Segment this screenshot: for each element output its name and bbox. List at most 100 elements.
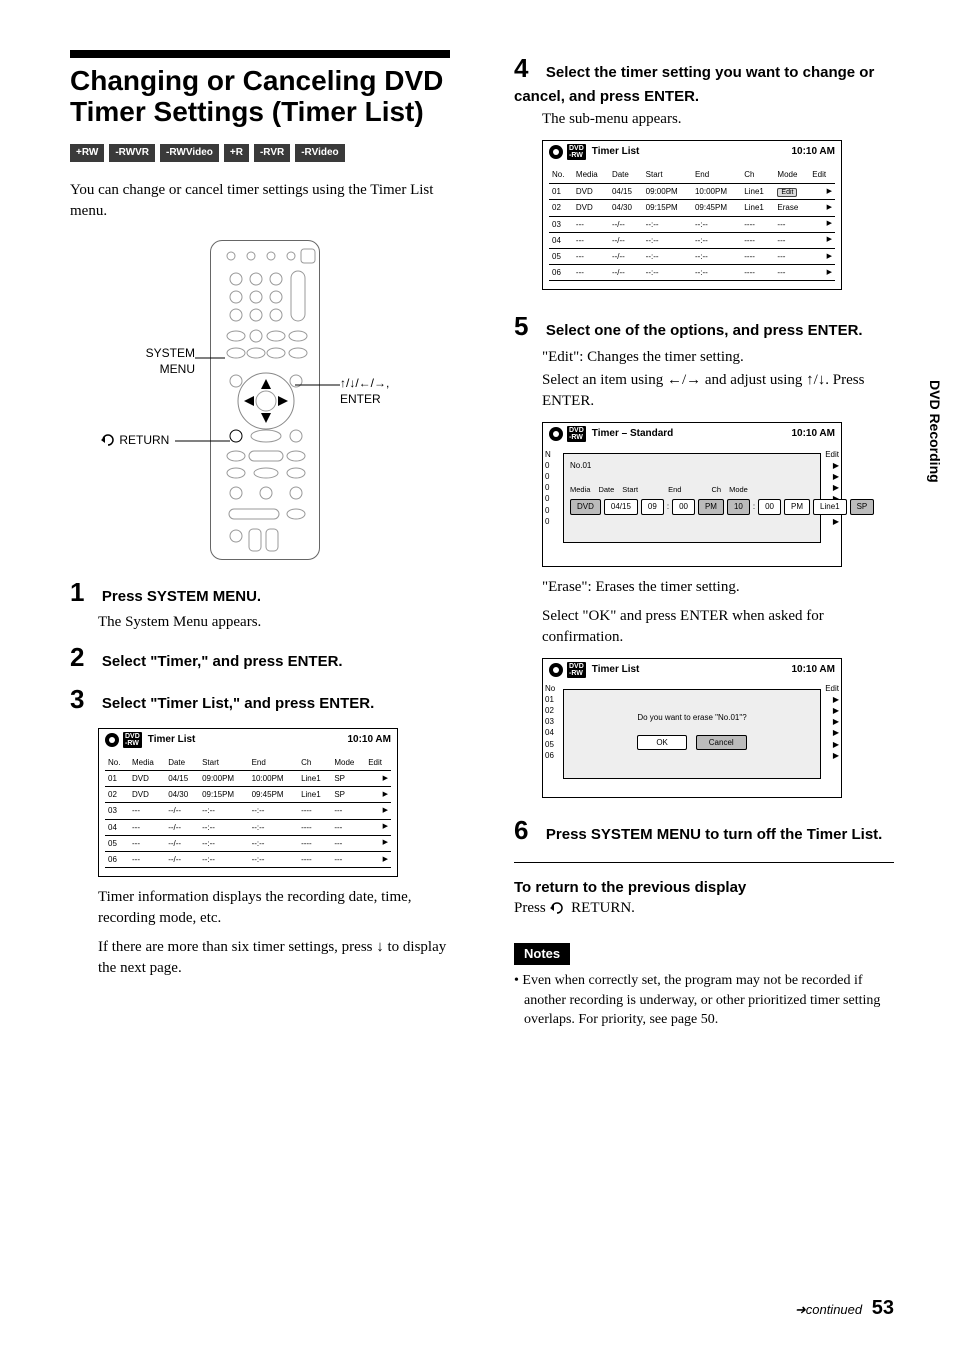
table-row: 01DVD04/1509:00PM10:00PMLine1SP▶: [105, 770, 391, 786]
return-text: Press RETURN.: [514, 898, 894, 919]
step-title: Select "Timer," and press ENTER.: [102, 653, 343, 670]
label-return: RETURN: [100, 432, 169, 449]
step-title: Press SYSTEM MENU.: [102, 588, 261, 605]
disc-icon: [549, 663, 563, 677]
step-number: 6: [514, 812, 542, 848]
erase-desc-a: "Erase": Erases the timer setting.: [542, 577, 894, 598]
step-number: 1: [70, 574, 98, 610]
callout-line: [295, 382, 340, 388]
date-field[interactable]: 04/15: [604, 499, 638, 514]
step-6: 6 Press SYSTEM MENU to turn off the Time…: [514, 812, 894, 848]
label-enter: ↑/↓/←/→, ENTER: [340, 375, 389, 409]
disc-icon: [549, 427, 563, 441]
badge-minus-rvideo: -RVideo: [295, 144, 344, 162]
heading-rule: [70, 50, 450, 58]
erase-confirm-panel: DVD-RW Timer List 10:10 AM No01020304050…: [542, 658, 842, 798]
mode-field[interactable]: SP: [850, 499, 875, 514]
timer-list-panel: DVD-RW Timer List 10:10 AM No.MediaDateS…: [98, 728, 398, 877]
step-3: 3 Select "Timer List," and press ENTER.: [70, 681, 450, 717]
step-title: Select "Timer List," and press ENTER.: [102, 695, 374, 712]
step-desc: The System Menu appears.: [98, 612, 450, 633]
dvd-rw-label: DVD-RW: [567, 426, 586, 442]
cancel-button[interactable]: Cancel: [696, 735, 747, 750]
step-desc: Select an item using ←/→ and adjust usin…: [542, 370, 894, 412]
step-2: 2 Select "Timer," and press ENTER.: [70, 639, 450, 675]
badge-minus-rwvr: -RWVR: [109, 144, 155, 162]
table-row: 06-----/----:----:---------▶: [549, 265, 835, 281]
timer-list-panel-submenu: DVD-RW Timer List 10:10 AM No.MediaDateS…: [542, 140, 842, 290]
media-field[interactable]: DVD: [570, 499, 601, 514]
timer-table: No.MediaDateStartEndChModeEdit 01DVD04/1…: [105, 755, 391, 868]
end-h-field[interactable]: 10: [727, 499, 750, 514]
table-row: 03-----/----:----:---------▶: [549, 216, 835, 232]
badge-plus-rw: +RW: [70, 144, 104, 162]
erase-desc-b: Select "OK" and press ENTER when asked f…: [542, 606, 894, 648]
timer-table: No.MediaDateStartEndChModeEdit 01DVD04/1…: [549, 167, 835, 281]
remote-svg: [211, 241, 321, 561]
table-row: 02DVD04/3009:15PM09:45PMLine1Erase▶: [549, 200, 835, 216]
badge-minus-rvr: -RVR: [254, 144, 290, 162]
return-icon: [549, 902, 567, 914]
disc-icon: [549, 145, 563, 159]
panel1-caption-a: Timer information displays the recording…: [98, 887, 450, 929]
note-text: • Even when correctly set, the program m…: [514, 971, 894, 1030]
callout-line: [175, 438, 230, 444]
ch-field[interactable]: Line1: [813, 499, 847, 514]
clock: 10:10 AM: [347, 733, 391, 747]
return-icon: [100, 434, 116, 446]
side-tab: DVD Recording: [924, 380, 944, 483]
erase-label[interactable]: Erase: [777, 203, 798, 212]
edit-chip[interactable]: Edit: [777, 188, 797, 197]
clock: 10:10 AM: [791, 427, 835, 441]
label-system-menu: SYSTEM MENU: [100, 345, 195, 379]
table-row: 05-----/----:----:---------▶: [549, 248, 835, 264]
end-m-field[interactable]: 00: [758, 499, 781, 514]
panel-title: Timer – Standard: [592, 427, 674, 441]
step-4: 4 Select the timer setting you want to c…: [514, 50, 894, 130]
disc-icon: [105, 733, 119, 747]
step-title: Select one of the options, and press ENT…: [546, 322, 863, 339]
badge-plus-r: +R: [224, 144, 249, 162]
dvd-rw-label: DVD-RW: [567, 144, 586, 160]
table-row: 06-----/----:----:---------▶: [105, 851, 391, 867]
callout-line: [195, 353, 225, 363]
table-row: 04-----/----:----:---------▶: [105, 819, 391, 835]
clock: 10:10 AM: [791, 663, 835, 677]
step-desc: The sub-menu appears.: [542, 109, 894, 130]
badge-minus-rwvideo: -RWVideo: [160, 144, 219, 162]
step-title: Press SYSTEM MENU to turn off the Timer …: [546, 826, 882, 843]
panel1-caption-b: If there are more than six timer setting…: [98, 937, 450, 979]
separator: [514, 862, 894, 863]
table-row: 05-----/----:----:---------▶: [105, 835, 391, 851]
panel-title: Timer List: [592, 145, 640, 159]
table-row: 01DVD04/1509:00PM10:00PMLine1Edit▶: [549, 183, 835, 200]
panel-title: Timer List: [592, 663, 640, 677]
timer-standard-panel: DVD-RW Timer – Standard 10:10 AM N000000…: [542, 422, 842, 567]
step-5: 5 Select one of the options, and press E…: [514, 308, 894, 411]
start-h-field[interactable]: 09: [641, 499, 664, 514]
panel-title: Timer List: [148, 733, 196, 747]
overlay-no: No.01: [570, 460, 814, 471]
remote-diagram: SYSTEM MENU RETURN ↑/↓/←/→, ENTER: [100, 240, 420, 560]
intro-text: You can change or cancel timer settings …: [70, 180, 450, 222]
dvd-rw-label: DVD-RW: [123, 732, 142, 748]
table-row: 03-----/----:----:---------▶: [105, 803, 391, 819]
remote-outline: [210, 240, 320, 560]
start-m-field[interactable]: 00: [672, 499, 695, 514]
step-title: Select the timer setting you want to cha…: [514, 64, 874, 105]
step-number: 3: [70, 681, 98, 717]
table-row: 04-----/----:----:---------▶: [549, 232, 835, 248]
table-row: 02DVD04/3009:15PM09:45PMLine1SP▶: [105, 787, 391, 803]
clock: 10:10 AM: [791, 145, 835, 159]
step-number: 2: [70, 639, 98, 675]
step-1: 1 Press SYSTEM MENU. The System Menu app…: [70, 574, 450, 633]
confirm-overlay: Do you want to erase "No.01"? OK Cancel: [563, 689, 821, 779]
confirm-msg: Do you want to erase "No.01"?: [570, 712, 814, 723]
return-heading: To return to the previous display: [514, 877, 894, 898]
page-title: Changing or Canceling DVD Timer Settings…: [70, 66, 450, 128]
step-desc: "Edit": Changes the timer setting.: [542, 347, 894, 368]
edit-overlay: No.01 Media Date Start End Ch Mode DVD 0…: [563, 453, 821, 543]
page-footer: ➜continued 53: [795, 1294, 894, 1322]
disc-badges: +RW -RWVR -RWVideo +R -RVR -RVideo: [70, 144, 450, 162]
ok-button[interactable]: OK: [637, 735, 687, 750]
